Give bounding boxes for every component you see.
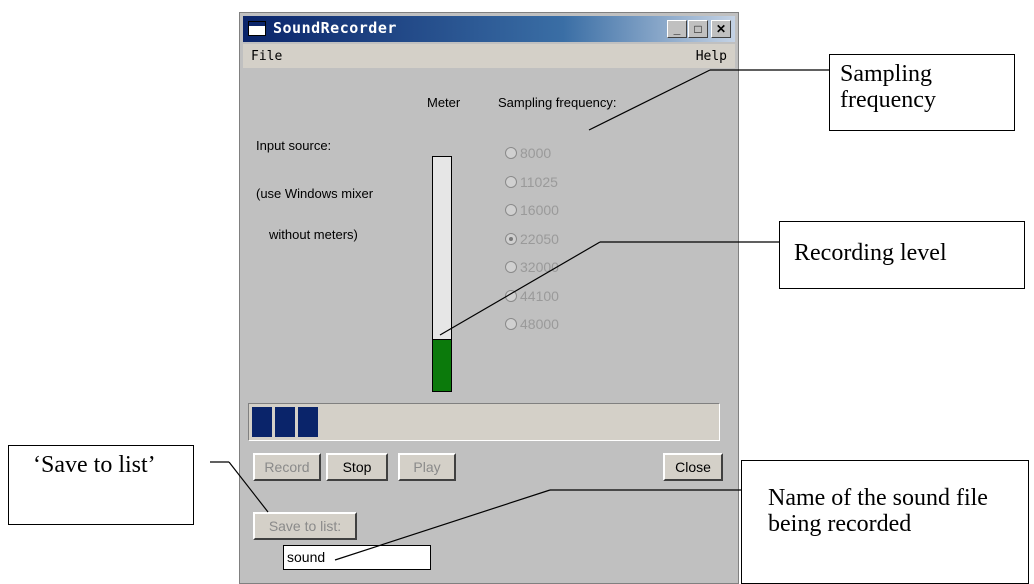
sampling-rate-label: 44100 (520, 287, 559, 304)
recording-level-meter (432, 156, 452, 392)
sampling-rate-label: 8000 (520, 145, 552, 162)
sampling-rate-option[interactable]: 8000 (505, 139, 559, 168)
sampling-rate-option[interactable]: 44100 (505, 282, 559, 311)
progress-block (275, 407, 295, 437)
sampling-frequency-label: Sampling frequency: (498, 95, 617, 110)
sampling-rate-option[interactable]: 22050 (505, 225, 559, 254)
sampling-rate-option[interactable]: 48000 (505, 310, 559, 339)
meter-label: Meter (427, 95, 461, 110)
title-bar[interactable]: SoundRecorder _ □ ✕ (243, 16, 735, 42)
close-button[interactable]: Close (663, 453, 723, 481)
callout-file-name: Name of the sound file being recorded (741, 460, 1029, 584)
sampling-rate-label: 32000 (520, 259, 559, 276)
sampling-rate-label: 16000 (520, 202, 559, 219)
sound-recorder-window: SoundRecorder _ □ ✕ File Help Meter Samp… (239, 12, 739, 584)
record-button[interactable]: Record (253, 453, 321, 481)
sampling-rate-options: 8000 11025 16000 22050 32000 44100 48000 (505, 139, 559, 339)
radio-button-icon[interactable] (505, 147, 517, 160)
radio-button-icon[interactable] (505, 175, 517, 188)
sound-file-name-input[interactable]: sound (283, 545, 431, 570)
minimize-button[interactable]: _ (667, 20, 687, 38)
radio-button-icon[interactable] (505, 204, 517, 217)
close-window-button[interactable]: ✕ (711, 20, 731, 38)
callout-sampling-frequency: Sampling frequency (829, 54, 1015, 131)
sampling-rate-label: 11025 (520, 173, 558, 190)
progress-block (252, 407, 272, 437)
callout-recording-level: Recording level (779, 221, 1025, 289)
recording-progress-bar (248, 403, 720, 441)
windows-mixer-note: (use Windows mixer (256, 186, 374, 201)
radio-button-icon[interactable] (505, 261, 517, 274)
radio-button-icon[interactable] (505, 232, 517, 245)
sampling-rate-label: 22050 (520, 230, 559, 247)
without-meters-note: without meters) (269, 227, 358, 242)
radio-button-icon[interactable] (505, 289, 517, 302)
save-to-list-button[interactable]: Save to list: (253, 512, 357, 540)
callout-save-to-list: ‘Save to list’ (8, 445, 194, 525)
sampling-rate-option[interactable]: 11025 (505, 168, 559, 197)
radio-button-icon[interactable] (505, 318, 517, 331)
input-source-label: Input source: (256, 138, 332, 153)
play-button[interactable]: Play (398, 453, 456, 481)
stop-button[interactable]: Stop (326, 453, 388, 481)
meter-level-fill (433, 338, 451, 391)
app-window-icon (248, 21, 266, 36)
progress-block (298, 407, 318, 437)
menu-bar: File Help (243, 44, 735, 68)
menu-file[interactable]: File (251, 49, 282, 64)
window-title: SoundRecorder (273, 19, 397, 37)
menu-help[interactable]: Help (696, 49, 727, 64)
maximize-button[interactable]: □ (688, 20, 708, 38)
sampling-rate-label: 48000 (520, 316, 559, 333)
sampling-rate-option[interactable]: 16000 (505, 196, 559, 225)
sampling-rate-option[interactable]: 32000 (505, 253, 559, 282)
